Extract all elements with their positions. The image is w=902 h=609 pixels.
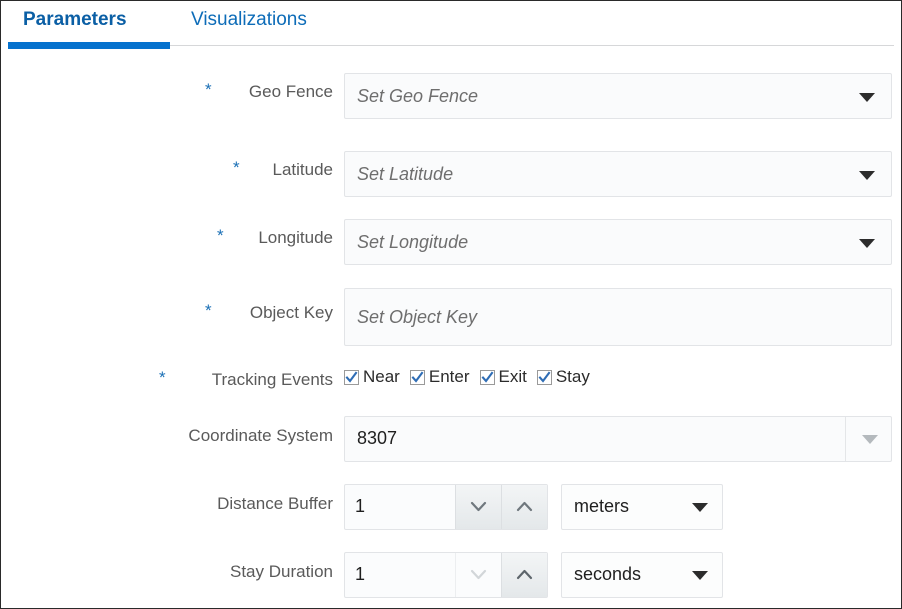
longitude-placeholder: Set Longitude — [357, 232, 469, 252]
required-indicator-object-key: * — [205, 301, 212, 320]
row-coordinate-system: Coordinate System 8307 — [1, 411, 901, 462]
label-geo-fence: Geo Fence — [248, 82, 333, 101]
coordinate-system-combobox[interactable]: 8307 — [344, 416, 892, 462]
stay-duration-increment-button[interactable] — [501, 553, 547, 597]
required-indicator-tracking-events: * — [159, 368, 166, 387]
coordinate-system-value: 8307 — [357, 428, 398, 448]
tab-visualizations[interactable]: Visualizations — [191, 9, 307, 31]
longitude-select[interactable]: Set Longitude — [344, 219, 892, 265]
checkbox-label-stay: Stay — [555, 367, 590, 386]
row-tracking-events: * Tracking Events Near Enter Exit Stay — [1, 361, 901, 397]
required-indicator-latitude: * — [233, 158, 240, 177]
latitude-placeholder: Set Latitude — [357, 164, 454, 184]
row-geo-fence: * Geo Fence Set Geo Fence — [1, 69, 901, 119]
active-tab-indicator — [8, 42, 170, 49]
checkbox-stay[interactable] — [536, 369, 552, 385]
object-key-input[interactable]: Set Object Key — [344, 288, 892, 346]
checkbox-item-exit[interactable]: Exit — [479, 367, 527, 387]
stay-duration-unit-select[interactable]: seconds — [561, 552, 723, 598]
geo-fence-placeholder: Set Geo Fence — [357, 86, 479, 106]
chevron-down-icon — [859, 93, 875, 102]
required-indicator-geo-fence: * — [205, 80, 212, 99]
checkbox-label-exit: Exit — [498, 367, 527, 386]
chevron-down-icon — [692, 571, 708, 580]
row-distance-buffer: Distance Buffer 1 meters — [1, 479, 901, 530]
checkbox-label-near: Near — [363, 367, 400, 386]
row-latitude: * Latitude Set Latitude — [1, 147, 901, 197]
distance-buffer-unit-select[interactable]: meters — [561, 484, 723, 530]
parameters-panel: Parameters Visualizations * Geo Fence Se… — [0, 0, 902, 609]
tab-bar: Parameters Visualizations — [1, 1, 901, 51]
label-coordinate-system: Coordinate System — [188, 426, 333, 445]
distance-buffer-value: 1 — [355, 496, 366, 516]
label-latitude: Latitude — [272, 160, 334, 179]
label-longitude: Longitude — [258, 228, 333, 247]
label-stay-duration: Stay Duration — [230, 562, 333, 581]
stay-duration-value: 1 — [355, 564, 366, 584]
geo-fence-select[interactable]: Set Geo Fence — [344, 73, 892, 119]
required-indicator-longitude: * — [217, 226, 224, 245]
tracking-events-checkbox-group: Near Enter Exit Stay — [344, 367, 600, 387]
row-longitude: * Longitude Set Longitude — [1, 215, 901, 265]
checkbox-enter[interactable] — [409, 369, 425, 385]
distance-buffer-decrement-button[interactable] — [455, 485, 501, 529]
object-key-placeholder: Set Object Key — [357, 307, 478, 327]
checkbox-item-enter[interactable]: Enter — [409, 367, 470, 387]
distance-buffer-unit-value: meters — [574, 496, 630, 516]
coordinate-system-dropdown-button[interactable] — [845, 417, 891, 461]
row-object-key: * Object Key Set Object Key — [1, 283, 901, 346]
label-tracking-events: Tracking Events — [211, 370, 333, 389]
chevron-down-icon — [862, 435, 878, 444]
distance-buffer-spinner[interactable]: 1 — [344, 484, 548, 530]
stay-duration-unit-value: seconds — [574, 564, 642, 584]
latitude-select[interactable]: Set Latitude — [344, 151, 892, 197]
checkbox-label-enter: Enter — [428, 367, 470, 386]
checkbox-near[interactable] — [344, 369, 359, 385]
chevron-down-icon — [692, 503, 708, 512]
chevron-down-icon — [859, 239, 875, 248]
stay-duration-decrement-button[interactable] — [455, 553, 501, 597]
tab-parameters[interactable]: Parameters — [23, 9, 127, 31]
label-distance-buffer: Distance Buffer — [217, 494, 333, 513]
row-stay-duration: Stay Duration 1 seconds — [1, 547, 901, 598]
checkbox-exit[interactable] — [479, 369, 495, 385]
distance-buffer-increment-button[interactable] — [501, 485, 547, 529]
chevron-down-icon — [859, 171, 875, 180]
stay-duration-spinner[interactable]: 1 — [344, 552, 548, 598]
checkbox-item-stay[interactable]: Stay — [536, 367, 590, 387]
checkbox-item-near[interactable]: Near — [344, 367, 400, 387]
label-object-key: Object Key — [249, 303, 333, 322]
